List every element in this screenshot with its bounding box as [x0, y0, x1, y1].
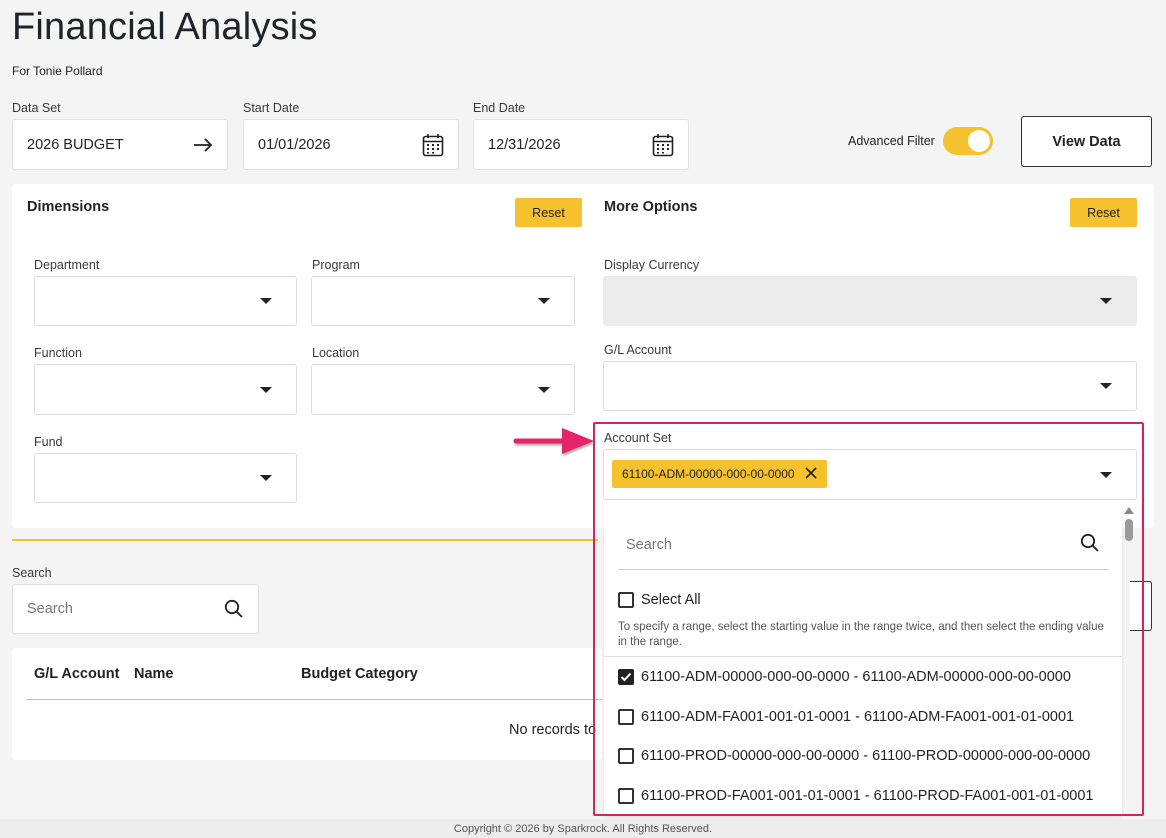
page-title: Financial Analysis	[12, 6, 318, 48]
footer: Copyright © 2026 by Sparkrock. All Right…	[0, 819, 1166, 838]
dimensions-title: Dimensions	[27, 199, 110, 215]
advanced-filter: Advanced Filter	[848, 127, 993, 155]
data-set-label: Data Set	[12, 101, 61, 115]
data-set-field[interactable]: 2026 BUDGET	[12, 119, 228, 170]
program-label: Program	[312, 258, 360, 272]
more-options-title: More Options	[604, 199, 698, 215]
page-subtitle: For Tonie Pollard	[12, 64, 103, 78]
view-data-button[interactable]: View Data	[1021, 116, 1152, 167]
grid-search-label: Search	[12, 566, 52, 580]
display-currency-label: Display Currency	[604, 258, 700, 272]
dimensions-reset-button[interactable]: Reset	[515, 198, 582, 227]
advanced-filter-label: Advanced Filter	[848, 134, 935, 148]
column-header-gl-account[interactable]: G/L Account	[34, 666, 119, 682]
grid-search-placeholder: Search	[27, 601, 73, 617]
function-dropdown[interactable]	[34, 364, 297, 415]
column-header-budget-category[interactable]: Budget Category	[301, 666, 418, 682]
toggle-knob	[967, 130, 990, 152]
more-options-reset-button[interactable]: Reset	[1070, 198, 1137, 227]
section-divider	[12, 539, 598, 541]
chevron-down-icon	[1100, 298, 1112, 304]
chevron-down-icon	[260, 475, 272, 481]
function-label: Function	[34, 346, 82, 360]
results-grid	[12, 648, 602, 760]
arrow-right-icon[interactable]	[193, 137, 213, 153]
column-header-name[interactable]: Name	[134, 666, 174, 682]
start-date-label: Start Date	[243, 101, 300, 115]
start-date-field[interactable]: 01/01/2026	[243, 119, 459, 170]
chevron-down-icon	[538, 386, 550, 393]
chevron-down-icon	[1100, 383, 1112, 389]
gl-account-dropdown[interactable]	[603, 361, 1137, 411]
chevron-down-icon	[260, 386, 272, 393]
fund-label: Fund	[34, 435, 63, 449]
data-set-value: 2026 BUDGET	[27, 136, 124, 153]
end-date-label: End Date	[473, 101, 526, 115]
calendar-icon[interactable]	[422, 133, 444, 157]
display-currency-dropdown[interactable]	[603, 276, 1137, 326]
location-dropdown[interactable]	[311, 364, 575, 415]
chevron-down-icon	[538, 298, 550, 304]
department-label: Department	[34, 258, 100, 272]
advanced-filter-toggle[interactable]	[942, 127, 993, 155]
search-icon[interactable]	[224, 599, 244, 619]
department-dropdown[interactable]	[34, 276, 297, 326]
chevron-down-icon	[260, 298, 272, 304]
highlight-box	[593, 422, 1144, 816]
end-date-value: 12/31/2026	[488, 136, 561, 153]
header-divider	[26, 699, 602, 700]
calendar-icon[interactable]	[652, 133, 674, 157]
program-dropdown[interactable]	[311, 276, 575, 326]
start-date-value: 01/01/2026	[258, 136, 331, 153]
empty-grid-message: No records to	[509, 722, 597, 738]
annotation-arrow-icon	[513, 428, 594, 454]
gl-account-label: G/L Account	[604, 343, 672, 357]
location-label: Location	[312, 346, 360, 360]
end-date-field[interactable]: 12/31/2026	[473, 119, 689, 170]
fund-dropdown[interactable]	[34, 453, 297, 503]
grid-search-input[interactable]: Search	[12, 584, 259, 634]
